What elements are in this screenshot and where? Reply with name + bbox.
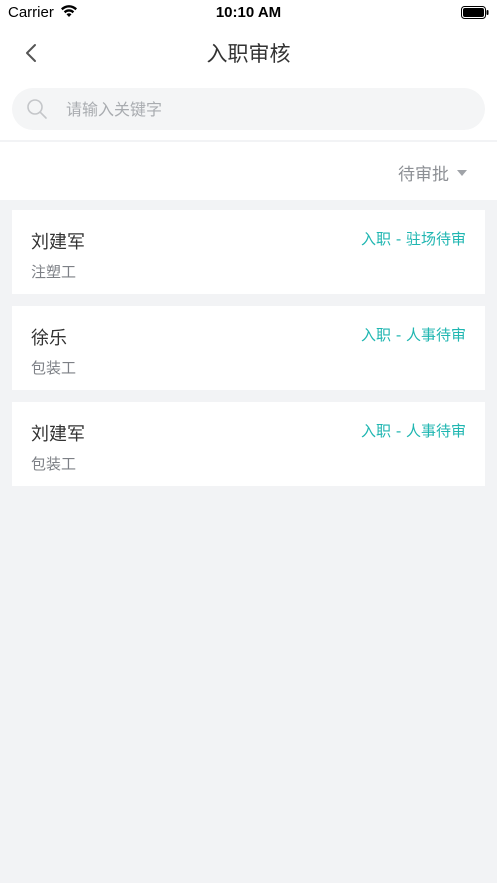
filter-row: 待审批	[0, 142, 497, 200]
caret-down-icon	[457, 169, 467, 176]
approval-status: 入职 - 人事待审	[361, 422, 466, 440]
header-area: Carrier 10:10 AM 入职审核	[0, 0, 497, 140]
navigation-bar: 入职审核	[0, 26, 497, 78]
clock: 10:10 AM	[215, 4, 282, 21]
applicant-card[interactable]: 徐乐 包装工 入职 - 人事待审	[12, 306, 485, 390]
page-title: 入职审核	[206, 42, 291, 66]
applicant-card[interactable]: 刘建军 注塑工 入职 - 驻场待审	[12, 210, 485, 294]
search-input[interactable]	[66, 89, 466, 129]
battery-icon	[461, 6, 489, 19]
applicant-job: 包装工	[31, 359, 77, 377]
approval-status: 入职 - 人事待审	[361, 326, 466, 344]
applicant-name: 刘建军	[31, 232, 85, 253]
applicant-name: 刘建军	[31, 424, 85, 445]
applicant-job: 注塑工	[31, 263, 77, 281]
applicant-name: 徐乐	[31, 328, 67, 349]
status-bar: Carrier 10:10 AM	[0, 0, 497, 26]
status-filter-dropdown[interactable]: 待审批	[398, 160, 467, 185]
search-bar	[0, 78, 497, 140]
status-filter-label: 待审批	[398, 165, 449, 185]
applicant-job: 包装工	[31, 455, 77, 473]
applicant-card[interactable]: 刘建军 包装工 入职 - 人事待审	[12, 402, 485, 486]
search-icon	[27, 99, 47, 119]
search-box[interactable]	[12, 88, 485, 130]
approval-status: 入职 - 驻场待审	[361, 230, 466, 248]
applicant-list: 刘建军 注塑工 入职 - 驻场待审 徐乐 包装工 入职 - 人事待审 刘建军 包…	[0, 200, 497, 486]
